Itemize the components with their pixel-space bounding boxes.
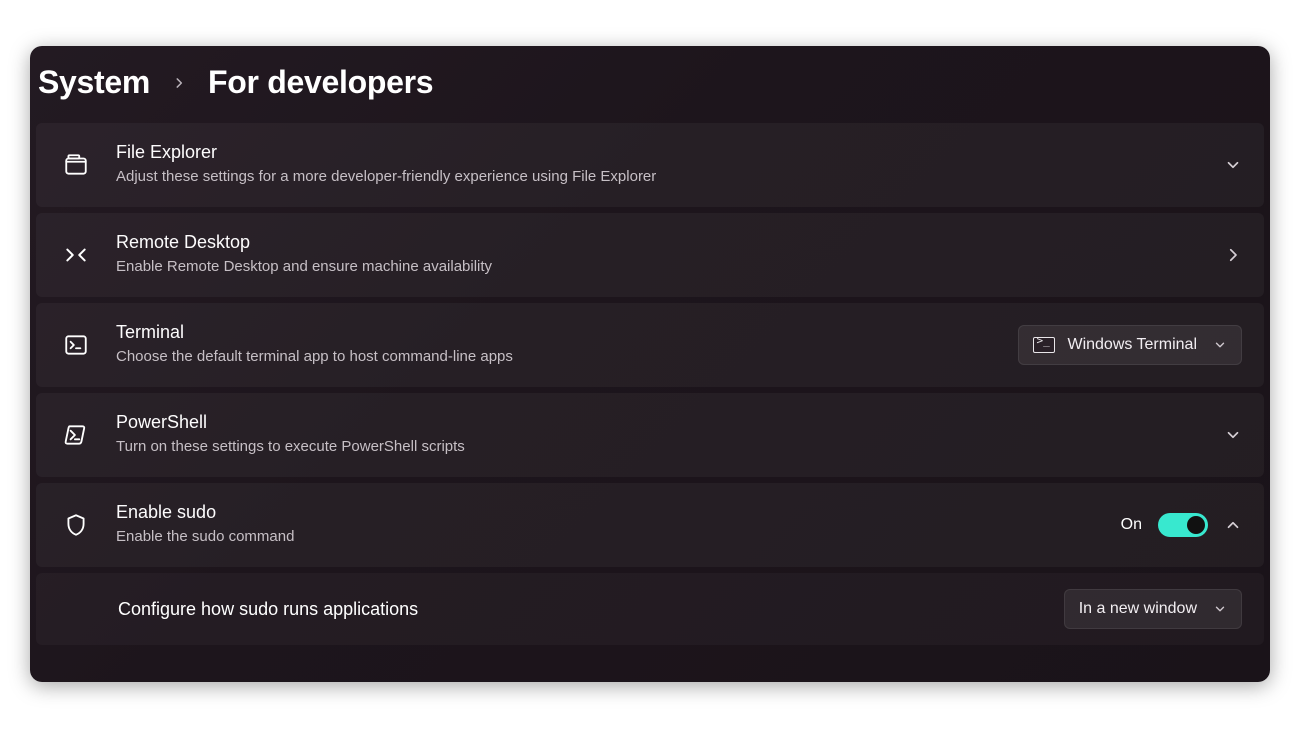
chevron-right-icon [172, 73, 186, 93]
row-sudo-mode: Configure how sudo runs applications In … [36, 573, 1264, 645]
row-subtitle: Choose the default terminal app to host … [116, 347, 996, 367]
chevron-right-icon[interactable] [1224, 246, 1242, 264]
shield-icon [58, 512, 94, 538]
row-text: File Explorer Adjust these settings for … [116, 142, 1202, 187]
breadcrumb-root[interactable]: System [38, 64, 150, 101]
row-text: Enable sudo Enable the sudo command [116, 502, 1099, 547]
row-powershell[interactable]: PowerShell Turn on these settings to exe… [36, 393, 1264, 477]
remote-desktop-icon [58, 242, 94, 268]
row-subtitle: Enable the sudo command [116, 527, 1099, 547]
powershell-icon [58, 422, 94, 448]
settings-rows: File Explorer Adjust these settings for … [30, 123, 1270, 645]
row-subtitle: Adjust these settings for a more develop… [116, 167, 1202, 187]
toggle-state-label: On [1121, 516, 1142, 534]
enable-sudo-toggle[interactable] [1158, 513, 1208, 537]
terminal-icon [58, 332, 94, 358]
row-text: PowerShell Turn on these settings to exe… [116, 412, 1202, 457]
row-remote-desktop[interactable]: Remote Desktop Enable Remote Desktop and… [36, 213, 1264, 297]
sudo-mode-dropdown[interactable]: In a new window [1064, 589, 1242, 629]
row-title: File Explorer [116, 142, 1202, 163]
breadcrumb: System For developers [30, 46, 1270, 123]
file-explorer-icon [58, 152, 94, 178]
row-subtitle: Turn on these settings to execute PowerS… [116, 437, 1202, 457]
windows-terminal-icon [1033, 337, 1055, 353]
settings-panel: System For developers File Explorer Adju… [30, 46, 1270, 682]
chevron-down-icon [1213, 338, 1227, 352]
toggle-knob [1187, 516, 1205, 534]
chevron-down-icon [1213, 602, 1227, 616]
row-title: PowerShell [116, 412, 1202, 433]
row-text: Configure how sudo runs applications [118, 599, 1042, 620]
terminal-app-dropdown[interactable]: Windows Terminal [1018, 325, 1242, 365]
row-title: Enable sudo [116, 502, 1099, 523]
row-title: Terminal [116, 322, 996, 343]
row-title: Configure how sudo runs applications [118, 599, 1042, 620]
row-text: Terminal Choose the default terminal app… [116, 322, 996, 367]
row-file-explorer[interactable]: File Explorer Adjust these settings for … [36, 123, 1264, 207]
breadcrumb-current: For developers [208, 64, 433, 101]
chevron-up-icon[interactable] [1224, 516, 1242, 534]
row-text: Remote Desktop Enable Remote Desktop and… [116, 232, 1202, 277]
dropdown-selected: In a new window [1079, 600, 1197, 618]
chevron-down-icon[interactable] [1224, 156, 1242, 174]
row-title: Remote Desktop [116, 232, 1202, 253]
row-subtitle: Enable Remote Desktop and ensure machine… [116, 257, 1202, 277]
chevron-down-icon[interactable] [1224, 426, 1242, 444]
row-terminal: Terminal Choose the default terminal app… [36, 303, 1264, 387]
dropdown-selected: Windows Terminal [1067, 336, 1197, 354]
row-enable-sudo: Enable sudo Enable the sudo command On [36, 483, 1264, 567]
